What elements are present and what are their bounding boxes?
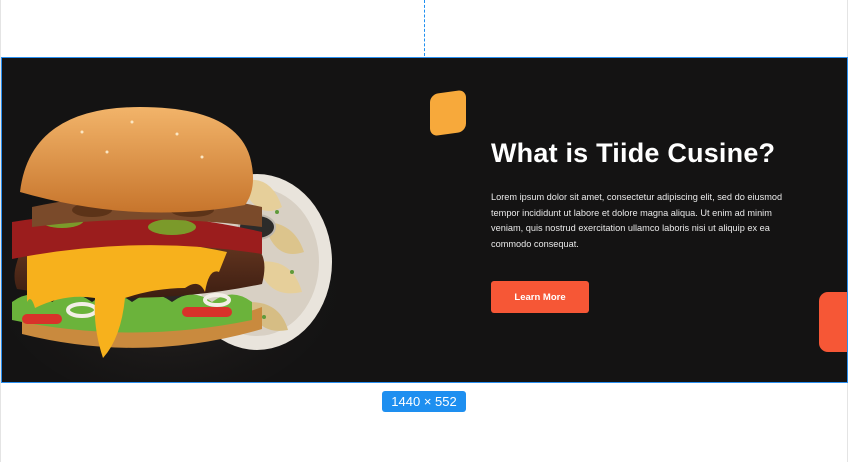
frame-size-badge: 1440 × 552 xyxy=(382,391,466,412)
learn-more-button[interactable]: Learn More xyxy=(491,281,589,313)
red-accent-shape xyxy=(819,292,847,352)
orange-accent-shape xyxy=(430,89,466,137)
center-guide-line xyxy=(424,0,425,56)
hero-frame[interactable]: What is Tiide Cusine? Lorem ipsum dolor … xyxy=(1,57,848,383)
hero-description: Lorem ipsum dolor sit amet, consectetur … xyxy=(491,192,783,249)
burger-image xyxy=(2,107,337,382)
hero-title: What is Tiide Cusine? xyxy=(491,138,776,168)
